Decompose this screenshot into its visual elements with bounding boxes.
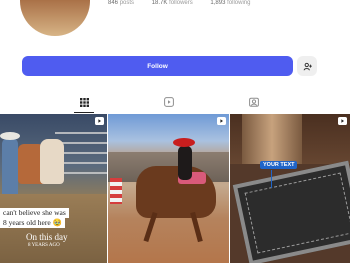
- tab-tagged[interactable]: [244, 92, 264, 112]
- follow-button[interactable]: Follow: [22, 56, 293, 76]
- profile-tabs: [0, 92, 350, 113]
- post-2-rider: [178, 146, 192, 180]
- post-1-overlay-title: On this day: [26, 232, 68, 242]
- post-1-horse-white: [40, 139, 64, 184]
- post-3-door: [242, 114, 302, 164]
- stat-following[interactable]: 1,893 following: [210, 0, 258, 6]
- post-1-overlay-subtitle: 8 YEARS AGO: [28, 243, 60, 248]
- grid-icon: [79, 97, 89, 107]
- tab-posts[interactable]: [74, 92, 94, 113]
- reel-icon: [217, 117, 226, 125]
- post-3-tag-arrow: [271, 170, 272, 188]
- stat-posts-value: 846: [108, 0, 119, 6]
- post-3-doormat-border: [244, 172, 350, 254]
- reels-icon: [164, 97, 174, 107]
- add-person-icon: [303, 62, 312, 70]
- post-1-person: [2, 138, 18, 196]
- post-1-hat: [0, 132, 20, 140]
- reel-icon: [338, 117, 347, 125]
- stat-followers-value: 18.7K: [151, 0, 168, 6]
- tab-reels[interactable]: [159, 92, 179, 112]
- tagged-icon: [249, 97, 259, 107]
- profile-avatar[interactable]: [20, 0, 90, 36]
- post-1-caption-line-1: can't believe she was: [0, 208, 69, 218]
- post-tile-1[interactable]: can't believe she was 8 years old here 🥹…: [0, 114, 107, 263]
- reel-icon: [95, 117, 104, 125]
- post-tile-3[interactable]: YOUR TEXT: [230, 114, 350, 263]
- stat-posts[interactable]: 846 posts: [108, 0, 142, 6]
- post-tile-2[interactable]: [108, 114, 229, 263]
- post-2-cowboy-hat: [173, 138, 195, 147]
- suggested-users-button[interactable]: [297, 56, 317, 76]
- stat-following-label: following: [227, 0, 251, 6]
- post-2-barrel: [110, 178, 122, 204]
- post-3-tag-label: YOUR TEXT: [260, 161, 298, 169]
- post-1-ground: [0, 194, 107, 263]
- posts-grid: can't believe she was 8 years old here 🥹…: [0, 114, 350, 263]
- post-1-caption-line-2: 8 years old here 🥹: [0, 218, 65, 228]
- stat-followers-label: followers: [169, 0, 193, 6]
- profile-stats: 846 posts 18.7K followers 1,893 followin…: [108, 0, 266, 6]
- stat-followers[interactable]: 18.7K followers: [152, 0, 201, 6]
- stat-following-value: 1,893: [210, 0, 226, 6]
- stat-posts-label: posts: [119, 0, 135, 6]
